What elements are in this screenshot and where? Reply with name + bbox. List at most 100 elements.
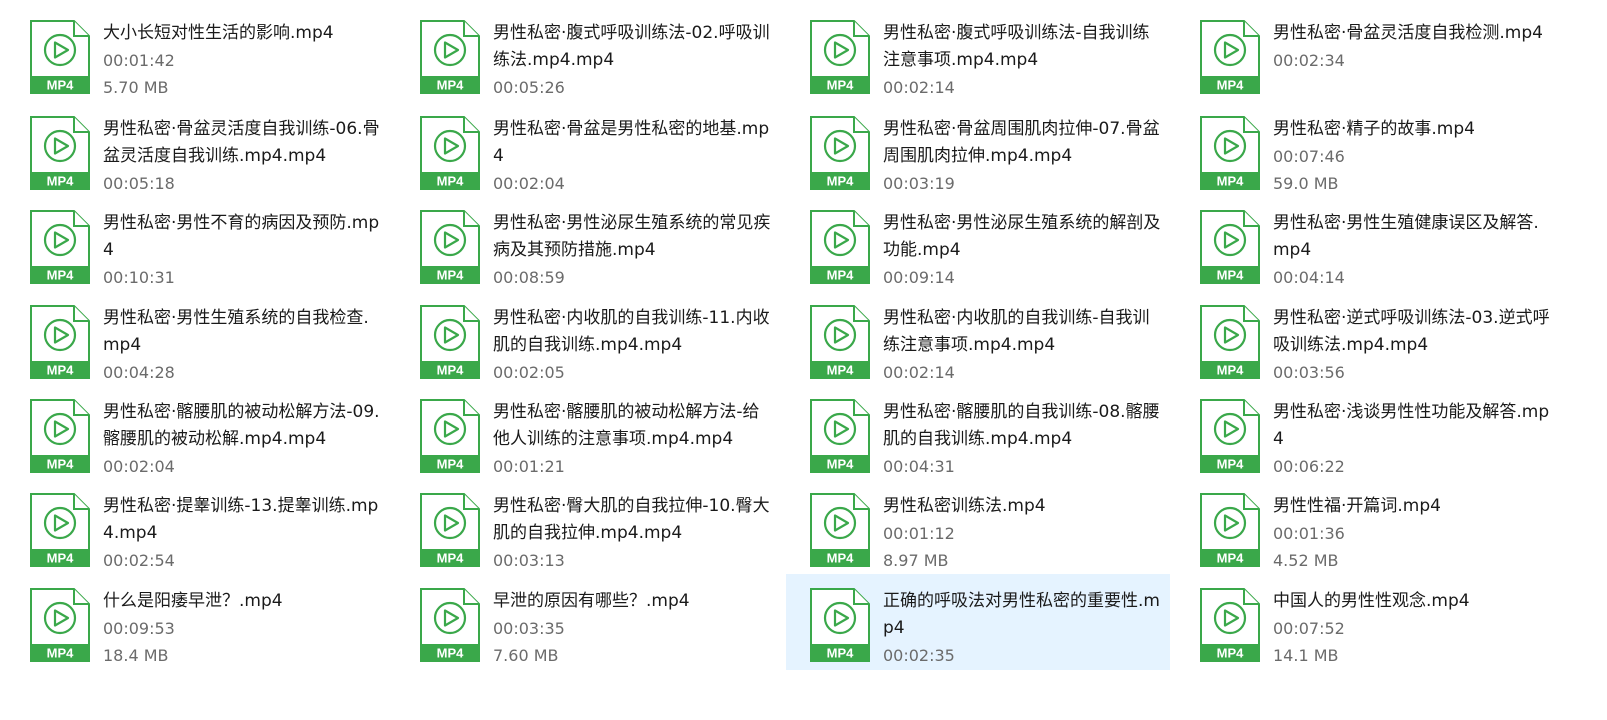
file-tile[interactable]: MP4 男性私密·逆式呼吸训练法-03.逆式呼吸训练法.mp4.mp4 00:03:…	[1170, 297, 1558, 387]
file-tile[interactable]: MP4 男性私密·男性泌尿生殖系统的解剖及功能.mp4 00:09:14	[780, 202, 1168, 292]
file-tile[interactable]: MP4 男性私密·精子的故事.mp4 00:07:46 59.0 MB	[1170, 108, 1558, 198]
svg-text:MP4: MP4	[437, 78, 465, 93]
file-tile[interactable]: MP4 男性私密·男性生殖健康误区及解答.mp4 00:04:14	[1170, 202, 1558, 292]
file-duration: 00:08:59	[493, 268, 565, 287]
file-info: 男性私密·骨盆是男性私密的地基.mp4 00:02:04	[493, 116, 775, 197]
file-name: 男性私密·男性泌尿生殖系统的常见疾病及其预防措施.mp4	[493, 213, 771, 260]
mp4-file-icon: MP4	[1200, 116, 1260, 190]
mp4-file-icon: MP4	[420, 116, 480, 190]
file-name: 男性私密·骨盆周围肌肉拉伸-07.骨盆周围肌肉拉伸.mp4.mp4	[883, 119, 1160, 166]
file-duration: 00:04:28	[103, 363, 175, 382]
file-tile[interactable]: MP4 男性私密·腹式呼吸训练法-02.呼吸训练法.mp4.mp4 00:05:26	[390, 12, 778, 102]
svg-text:MP4: MP4	[47, 646, 75, 661]
mp4-file-icon: MP4	[420, 588, 480, 662]
file-duration: 00:01:12	[883, 524, 955, 543]
mp4-file-icon: MP4	[810, 588, 870, 662]
file-duration: 00:05:18	[103, 174, 175, 193]
file-name: 大小长短对性生活的影响.mp4	[103, 23, 334, 43]
file-duration: 00:03:13	[493, 551, 565, 570]
file-tile[interactable]: MP4 男性私密·骨盆灵活度自我训练-06.骨盆灵活度自我训练.mp4.mp4 00…	[0, 108, 388, 198]
file-name: 男性私密·骨盆是男性私密的地基.mp4	[493, 119, 770, 166]
file-tile[interactable]: MP4 男性私密·浅谈男性性功能及解答.mp4 00:06:22	[1170, 391, 1558, 481]
file-name: 男性私密·男性不育的病因及预防.mp4	[103, 213, 380, 260]
file-tile[interactable]: MP4 男性性福·开篇词.mp4 00:01:36 4.52 MB	[1170, 485, 1558, 575]
file-tile[interactable]: MP4 男性私密·提睾训练-13.提睾训练.mp4.mp4 00:02:54	[0, 485, 388, 575]
file-size: 59.0 MB	[1273, 174, 1339, 193]
file-tile[interactable]: MP4 男性私密·男性泌尿生殖系统的常见疾病及其预防措施.mp4 00:08:59	[390, 202, 778, 292]
file-duration: 00:02:14	[883, 78, 955, 97]
svg-text:MP4: MP4	[47, 268, 75, 283]
file-tile[interactable]: MP4 男性私密·髂腰肌的被动松解方法-给他人训练的注意事项.mp4.mp4 00:…	[390, 391, 778, 481]
file-tile[interactable]: MP4 早泄的原因有哪些？.mp4 00:03:35 7.60 MB	[390, 580, 778, 670]
file-info: 男性私密·男性不育的病因及预防.mp4 00:10:31	[103, 210, 385, 291]
file-info: 男性私密训练法.mp4 00:01:12 8.97 MB	[883, 493, 1165, 574]
file-name: 男性私密训练法.mp4	[883, 496, 1046, 516]
file-tile[interactable]: MP4 男性私密·腹式呼吸训练法-自我训练注意事项.mp4.mp4 00:02:14	[780, 12, 1168, 102]
file-tile[interactable]: MP4 男性私密·骨盆周围肌肉拉伸-07.骨盆周围肌肉拉伸.mp4.mp4 00:0…	[780, 108, 1168, 198]
file-info: 男性性福·开篇词.mp4 00:01:36 4.52 MB	[1273, 493, 1555, 574]
file-info: 男性私密·臀大肌的自我拉伸-10.臀大肌的自我拉伸.mp4.mp4 00:03:1…	[493, 493, 775, 574]
file-info: 男性私密·浅谈男性性功能及解答.mp4 00:06:22	[1273, 399, 1555, 480]
file-info: 男性私密·骨盆灵活度自我训练-06.骨盆灵活度自我训练.mp4.mp4 00:05…	[103, 116, 385, 197]
file-tile[interactable]: MP4 男性私密训练法.mp4 00:01:12 8.97 MB	[780, 485, 1168, 575]
file-duration: 00:02:04	[493, 174, 565, 193]
file-size: 4.52 MB	[1273, 551, 1339, 570]
file-tile[interactable]: MP4 什么是阳痿早泄？.mp4 00:09:53 18.4 MB	[0, 580, 388, 670]
svg-text:MP4: MP4	[827, 268, 855, 283]
mp4-file-icon: MP4	[810, 305, 870, 379]
file-duration: 00:01:42	[103, 51, 175, 70]
file-tile[interactable]: MP4 正确的呼吸法对男性私密的重要性.mp4 00:02:35	[786, 574, 1170, 670]
file-name: 中国人的男性性观念.mp4	[1273, 591, 1470, 611]
mp4-file-icon: MP4	[1200, 305, 1260, 379]
svg-text:MP4: MP4	[437, 174, 465, 189]
file-info: 男性私密·男性生殖系统的自我检查.mp4 00:04:28	[103, 305, 385, 386]
file-info: 男性私密·提睾训练-13.提睾训练.mp4.mp4 00:02:54	[103, 493, 385, 574]
file-duration: 00:06:22	[1273, 457, 1345, 476]
file-size: 5.70 MB	[103, 78, 169, 97]
svg-text:MP4: MP4	[827, 78, 855, 93]
svg-text:MP4: MP4	[827, 646, 855, 661]
mp4-file-icon: MP4	[810, 20, 870, 94]
file-tile[interactable]: MP4 男性私密·男性不育的病因及预防.mp4 00:10:31	[0, 202, 388, 292]
mp4-file-icon: MP4	[30, 116, 90, 190]
file-tile[interactable]: MP4 中国人的男性性观念.mp4 00:07:52 14.1 MB	[1170, 580, 1558, 670]
file-info: 男性私密·骨盆灵活度自我检测.mp4 00:02:34	[1273, 20, 1555, 74]
file-info: 中国人的男性性观念.mp4 00:07:52 14.1 MB	[1273, 588, 1555, 669]
file-info: 男性私密·内收肌的自我训练-11.内收肌的自我训练.mp4.mp4 00:02:0…	[493, 305, 775, 386]
file-info: 男性私密·男性泌尿生殖系统的常见疾病及其预防措施.mp4 00:08:59	[493, 210, 775, 291]
file-tile[interactable]: MP4 男性私密·骨盆灵活度自我检测.mp4 00:02:34	[1170, 12, 1558, 102]
file-tile[interactable]: MP4 男性私密·髂腰肌的被动松解方法-09.髂腰肌的被动松解.mp4.mp4 00…	[0, 391, 388, 481]
file-tile[interactable]: MP4 男性私密·骨盆是男性私密的地基.mp4 00:02:04	[390, 108, 778, 198]
file-tile[interactable]: MP4 男性私密·内收肌的自我训练-11.内收肌的自我训练.mp4.mp4 00:0…	[390, 297, 778, 387]
file-info: 男性私密·内收肌的自我训练-自我训练注意事项.mp4.mp4 00:02:14	[883, 305, 1165, 386]
svg-text:MP4: MP4	[437, 363, 465, 378]
file-name: 男性私密·逆式呼吸训练法-03.逆式呼吸训练法.mp4.mp4	[1273, 308, 1550, 355]
file-duration: 00:02:34	[1273, 51, 1345, 70]
file-tile[interactable]: MP4 大小长短对性生活的影响.mp4 00:01:42 5.70 MB	[0, 12, 388, 102]
file-name: 男性私密·浅谈男性性功能及解答.mp4	[1273, 402, 1550, 449]
file-duration: 00:02:04	[103, 457, 175, 476]
file-duration: 00:09:14	[883, 268, 955, 287]
file-duration: 00:01:21	[493, 457, 565, 476]
svg-text:MP4: MP4	[1217, 551, 1245, 566]
file-name: 男性私密·男性生殖健康误区及解答.mp4	[1273, 213, 1539, 260]
file-tile[interactable]: MP4 男性私密·内收肌的自我训练-自我训练注意事项.mp4.mp4 00:02:1…	[780, 297, 1168, 387]
file-tile[interactable]: MP4 男性私密·臀大肌的自我拉伸-10.臀大肌的自我拉伸.mp4.mp4 00:0…	[390, 485, 778, 575]
svg-text:MP4: MP4	[827, 457, 855, 472]
file-duration: 00:01:36	[1273, 524, 1345, 543]
svg-text:MP4: MP4	[1217, 457, 1245, 472]
file-name: 男性私密·骨盆灵活度自我检测.mp4	[1273, 23, 1543, 43]
file-name: 男性私密·腹式呼吸训练法-02.呼吸训练法.mp4.mp4	[493, 23, 770, 70]
file-tile[interactable]: MP4 男性私密·男性生殖系统的自我检查.mp4 00:04:28	[0, 297, 388, 387]
mp4-file-icon: MP4	[420, 305, 480, 379]
mp4-file-icon: MP4	[420, 20, 480, 94]
file-tile[interactable]: MP4 男性私密·髂腰肌的自我训练-08.髂腰肌的自我训练.mp4.mp4 00:0…	[780, 391, 1168, 481]
file-duration: 00:05:26	[493, 78, 565, 97]
mp4-file-icon: MP4	[1200, 399, 1260, 473]
mp4-file-icon: MP4	[420, 399, 480, 473]
file-duration: 00:03:35	[493, 619, 565, 638]
file-name: 男性私密·提睾训练-13.提睾训练.mp4.mp4	[103, 496, 379, 543]
svg-text:MP4: MP4	[47, 551, 75, 566]
svg-text:MP4: MP4	[47, 174, 75, 189]
mp4-file-icon: MP4	[30, 399, 90, 473]
